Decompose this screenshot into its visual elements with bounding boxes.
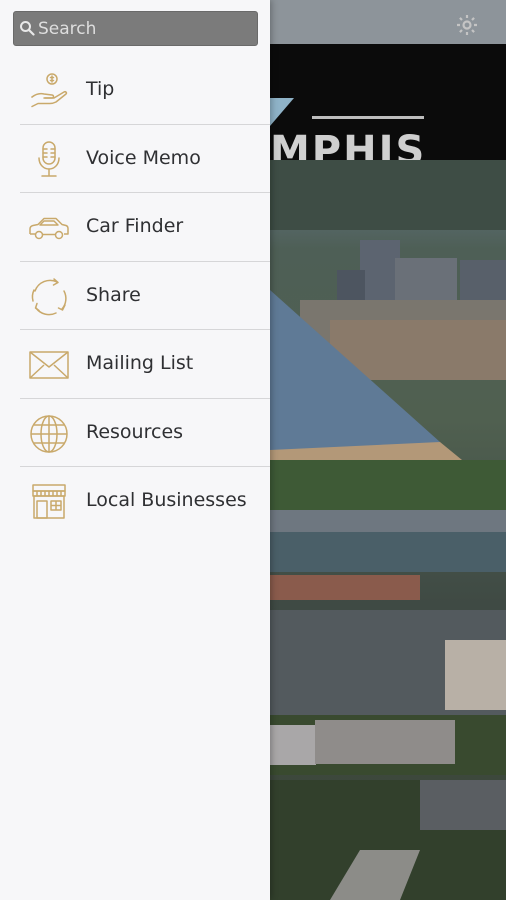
globe-icon <box>30 414 68 453</box>
microphone-icon <box>38 140 60 177</box>
navigation-drawer: Tip Voice Memo <box>0 0 270 900</box>
menu-item-label: Mailing List <box>86 352 194 374</box>
storefront-icon <box>32 484 66 519</box>
gear-icon[interactable] <box>455 13 479 37</box>
menu-item-share[interactable]: Share <box>20 262 270 330</box>
menu-item-label: Tip <box>86 78 115 100</box>
menu-item-resources[interactable]: Resources <box>20 399 270 467</box>
menu-item-local-businesses[interactable]: Local Businesses <box>20 467 270 536</box>
menu-item-label: Resources <box>86 420 184 443</box>
search-bar[interactable] <box>13 11 258 46</box>
banner-line <box>312 116 424 119</box>
app-screen: MPHIS Search Tip Voice Memo Car Finder S… <box>0 0 506 900</box>
menu-item-label: Voice Memo <box>86 146 201 169</box>
menu-item-voice-memo[interactable]: Voice Memo <box>20 125 270 193</box>
menu-item-label: Car Finder <box>86 215 184 237</box>
search-icon <box>20 21 35 36</box>
banner-logo-shape <box>270 98 294 126</box>
menu-item-label: Share <box>86 283 141 306</box>
menu-item-tip[interactable]: Tip <box>20 56 270 125</box>
search-input[interactable] <box>38 12 253 45</box>
car-icon <box>29 217 69 240</box>
share-refresh-icon <box>31 277 67 315</box>
envelope-icon <box>29 351 69 379</box>
menu-item-mailing-list[interactable]: Mailing List <box>20 330 270 399</box>
menu-item-label: Local Businesses <box>86 489 247 511</box>
tip-hand-icon <box>31 73 68 108</box>
drawer-menu: Tip Voice Memo Car Finder Share Mailing … <box>20 56 270 536</box>
menu-item-car-finder[interactable]: Car Finder <box>20 193 270 262</box>
